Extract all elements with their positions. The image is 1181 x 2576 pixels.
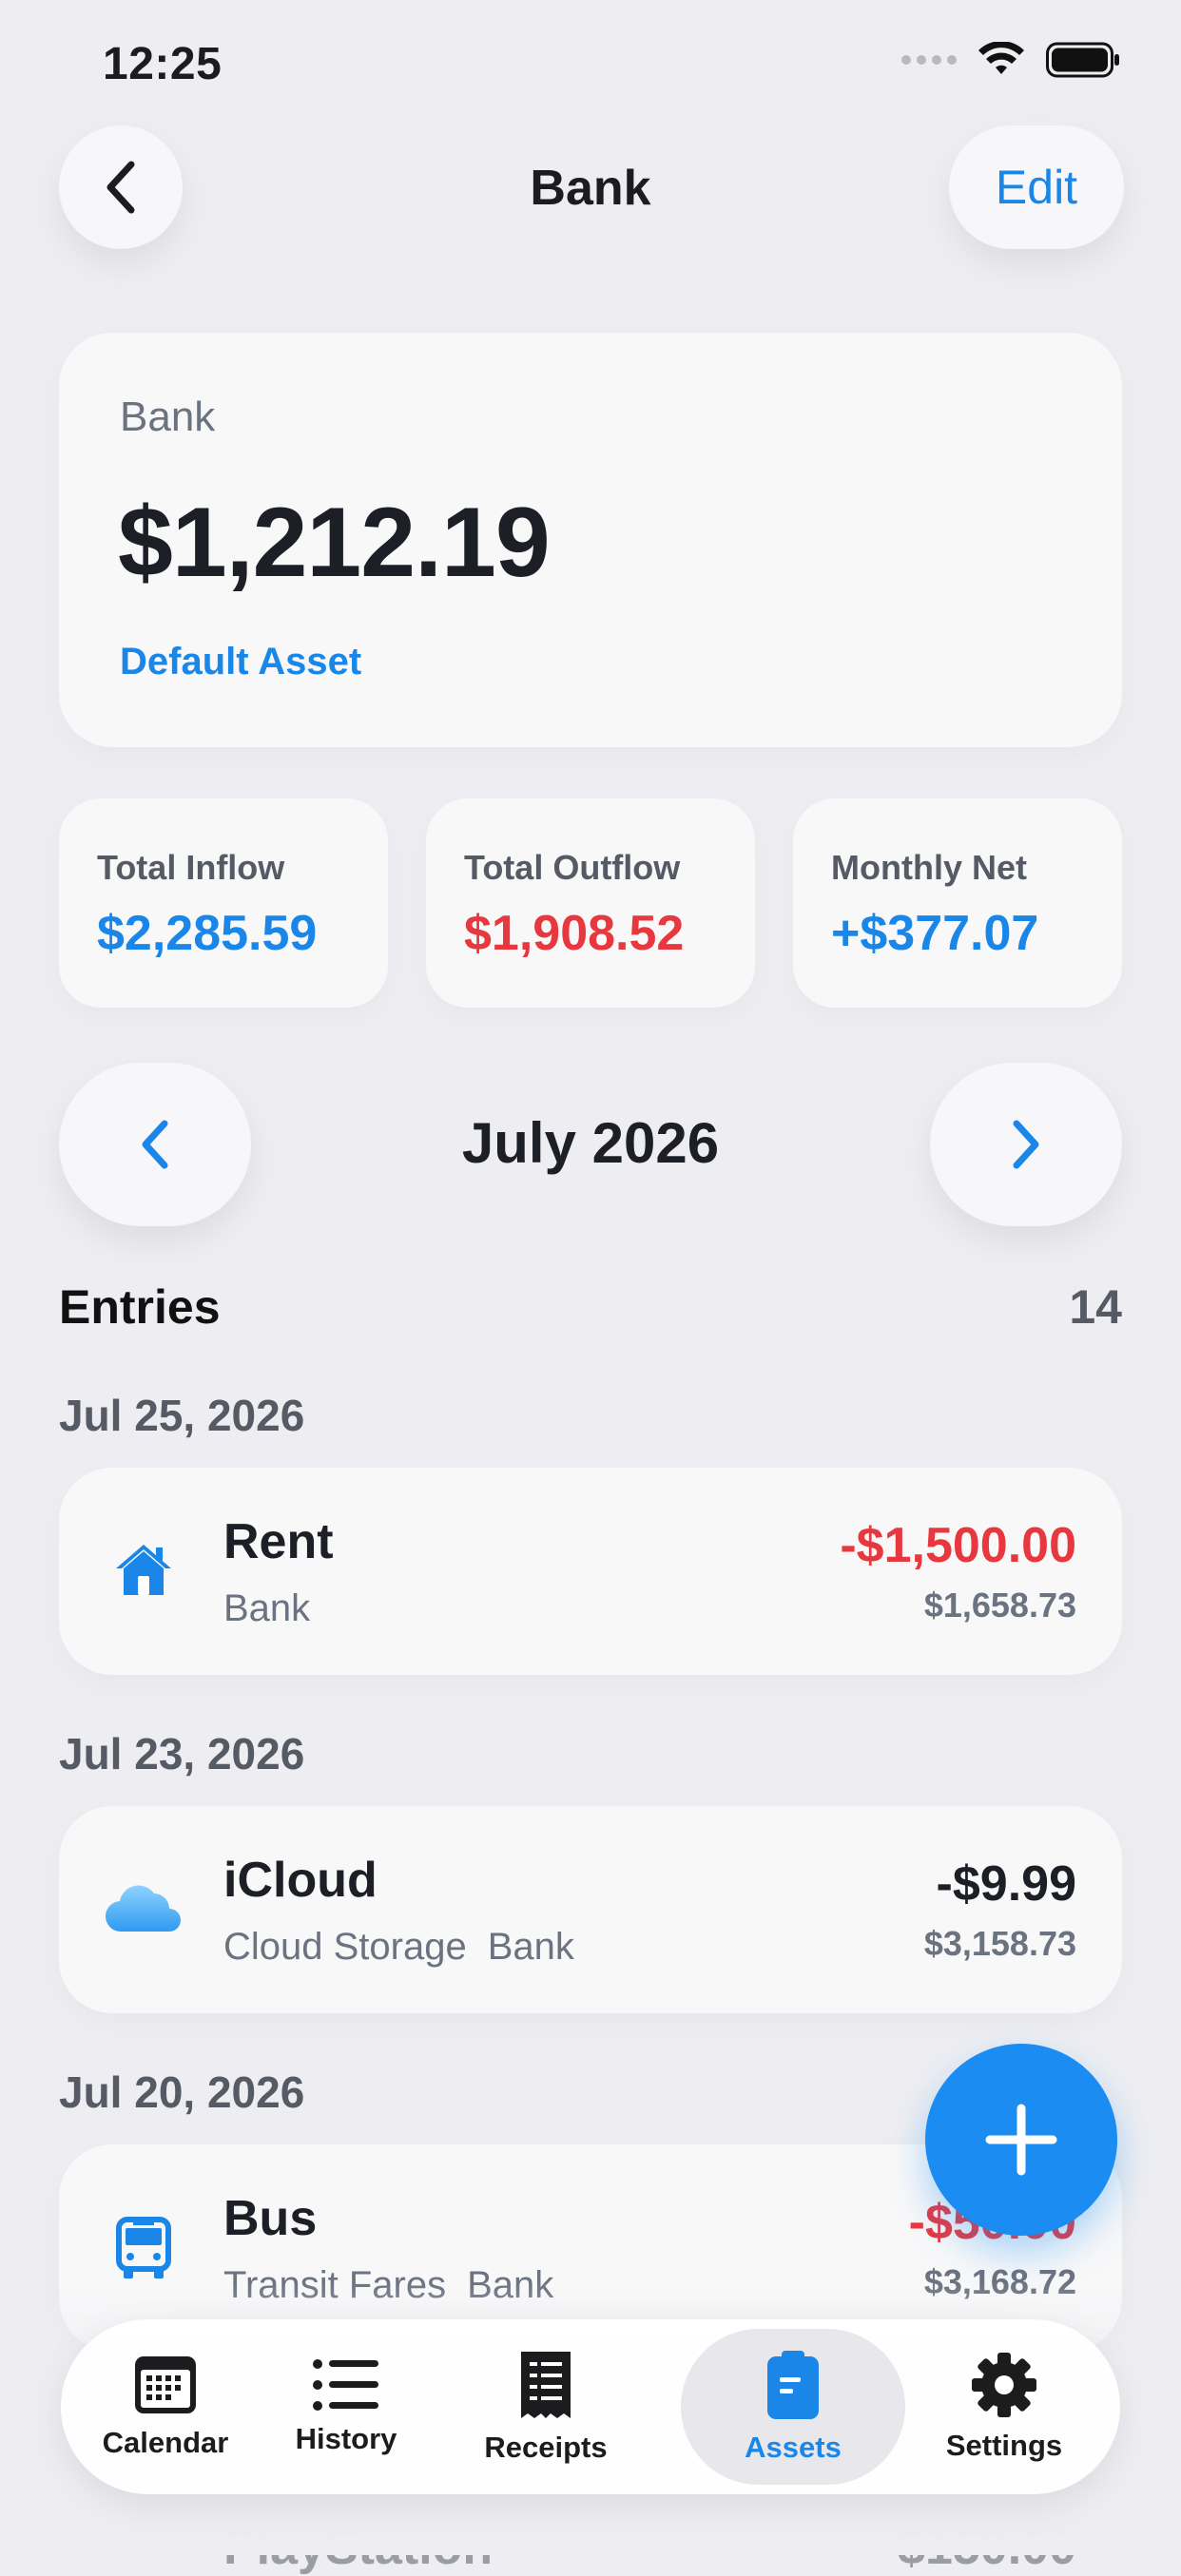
entries-title: Entries bbox=[59, 1280, 221, 1334]
gear-icon bbox=[972, 2353, 1036, 2417]
stat-label: Monthly Net bbox=[831, 848, 1027, 887]
list-icon bbox=[313, 2359, 378, 2411]
chevron-right-icon bbox=[1013, 1120, 1039, 1169]
tab-label: Settings bbox=[945, 2429, 1063, 2462]
next-month-button[interactable] bbox=[930, 1063, 1122, 1226]
entry-subtitle: Cloud Storage Bank bbox=[223, 1926, 595, 1969]
tab-settings[interactable]: Settings bbox=[900, 2319, 1109, 2494]
default-asset-badge: Default Asset bbox=[120, 641, 362, 682]
tab-history[interactable]: History bbox=[242, 2319, 451, 2494]
cellular-signal-icon bbox=[901, 55, 957, 65]
stat-value: $2,285.59 bbox=[97, 906, 318, 961]
entry-account: Bank bbox=[487, 1926, 574, 1968]
entry-title: iCloud bbox=[223, 1853, 378, 1908]
house-icon bbox=[116, 1545, 171, 1595]
entry-amount: -$1,500.00 bbox=[840, 1518, 1076, 1573]
tab-calendar[interactable]: Calendar bbox=[61, 2319, 270, 2494]
entry-running-balance: $3,158.73 bbox=[923, 1924, 1076, 1963]
stat-value: $1,908.52 bbox=[464, 906, 685, 961]
edit-button[interactable]: Edit bbox=[949, 125, 1124, 249]
status-time: 12:25 bbox=[103, 39, 223, 89]
add-entry-button[interactable] bbox=[925, 2044, 1117, 2236]
stat-label: Total Inflow bbox=[97, 848, 285, 887]
entry-subtitle: Bank bbox=[223, 1587, 331, 1630]
tab-label: Calendar bbox=[102, 2426, 229, 2459]
entry-account: Bank bbox=[223, 1587, 311, 1629]
entry-title: Bus bbox=[223, 2191, 318, 2246]
total-outflow-card: Total Outflow $1,908.52 bbox=[426, 798, 755, 1008]
plus-icon bbox=[985, 2104, 1057, 2176]
asset-balance: $1,212.19 bbox=[118, 488, 551, 598]
tab-label: Assets bbox=[745, 2431, 842, 2464]
asset-summary-card: Bank $1,212.19 Default Asset bbox=[59, 333, 1122, 747]
date-header: Jul 23, 2026 bbox=[59, 1729, 305, 1778]
entries-count: 14 bbox=[1069, 1280, 1122, 1334]
receipt-icon bbox=[521, 2352, 571, 2418]
tab-receipts[interactable]: Receipts bbox=[441, 2319, 650, 2494]
calendar-icon bbox=[135, 2356, 196, 2413]
wifi-icon bbox=[978, 42, 1024, 74]
entry-category: Cloud Storage bbox=[223, 1926, 467, 1968]
tab-label: History bbox=[295, 2422, 397, 2455]
date-header: Jul 25, 2026 bbox=[59, 1391, 305, 1440]
entry-card[interactable]: iCloud Cloud Storage Bank -$9.99 $3,158.7… bbox=[59, 1806, 1122, 2013]
tab-bar: Calendar History Receipts Assets Setting… bbox=[61, 2319, 1120, 2494]
stat-label: Total Outflow bbox=[464, 848, 681, 887]
cloud-icon bbox=[105, 1885, 181, 1932]
monthly-net-card: Monthly Net +$377.07 bbox=[793, 798, 1122, 1008]
status-indicators bbox=[901, 42, 1120, 78]
asset-name-label: Bank bbox=[120, 394, 216, 440]
entry-title: Rent bbox=[223, 1514, 334, 1569]
wallet-icon bbox=[767, 2351, 819, 2419]
entry-amount: -$9.99 bbox=[936, 1856, 1076, 1912]
entry-running-balance: $1,658.73 bbox=[923, 1586, 1076, 1624]
entry-card[interactable]: Rent Bank -$1,500.00 $1,658.73 bbox=[59, 1468, 1122, 1675]
date-header: Jul 20, 2026 bbox=[59, 2067, 305, 2117]
total-inflow-card: Total Inflow $2,285.59 bbox=[59, 798, 388, 1008]
battery-icon bbox=[1046, 42, 1119, 78]
tab-label: Receipts bbox=[484, 2431, 608, 2464]
stat-value: +$377.07 bbox=[831, 906, 1039, 961]
bus-icon bbox=[116, 2217, 171, 2278]
tab-assets[interactable]: Assets bbox=[688, 2319, 898, 2494]
